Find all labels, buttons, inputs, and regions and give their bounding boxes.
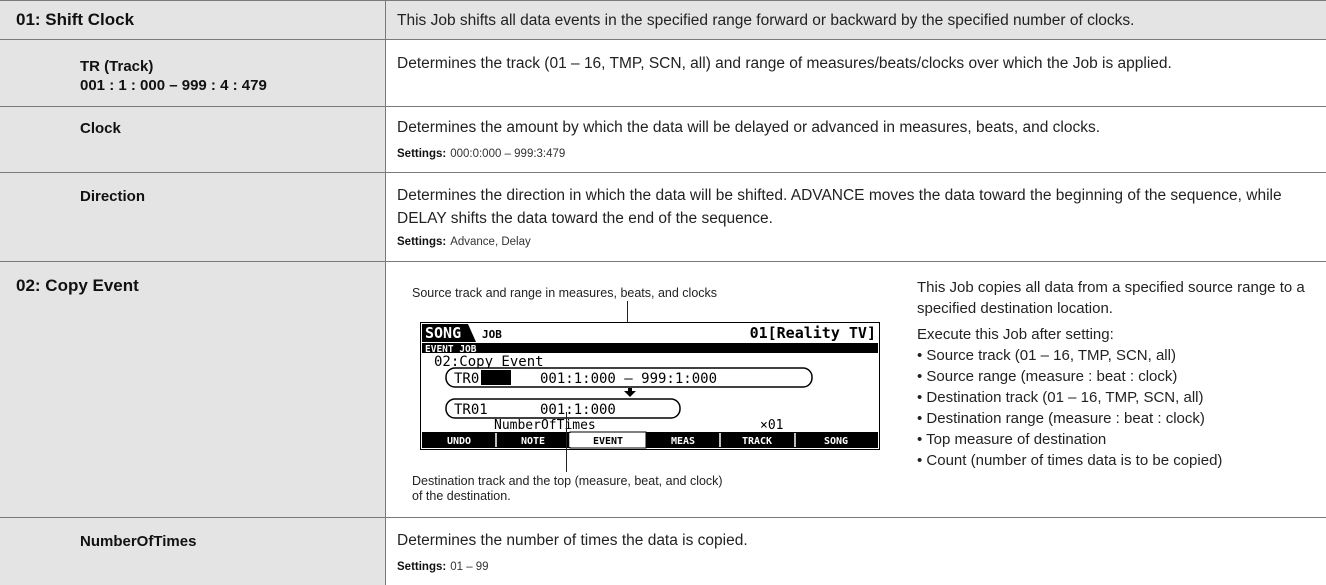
param-title: Direction — [80, 188, 146, 205]
param-title: NumberOfTimes — [80, 533, 197, 550]
caption-destination-line2: of the destination. — [412, 489, 511, 503]
caption-source: Source track and range in measures, beat… — [412, 286, 718, 300]
lcd-sub-bar — [422, 343, 878, 353]
lcd-tab-song: SONG — [824, 436, 848, 447]
param-row-clock: Clock Determines the amount by which the… — [0, 107, 1326, 173]
lcd-job: JOB — [482, 328, 502, 341]
job-row-shift-clock: 01: Shift Clock This Job shifts all data… — [0, 0, 1326, 40]
copy-event-notes: This Job copies all data from a specifie… — [917, 277, 1317, 471]
job-title: 01: Shift Clock — [16, 10, 135, 29]
lcd-tab-track: TRACK — [742, 436, 772, 447]
param-cell — [0, 173, 385, 261]
settings-line: Settings: 000:0:000 – 999:3:479 — [397, 148, 565, 160]
settings-label: Settings: — [397, 561, 447, 573]
settings-value: 01 – 99 — [450, 561, 489, 573]
settings-line: Settings: 01 – 99 — [397, 561, 489, 573]
bullet-item: • Destination track (01 – 16, TMP, SCN, … — [917, 389, 1204, 406]
copy-event-intro: This Job copies all data from a specifie… — [917, 279, 1305, 317]
lcd-screen: SONG JOB 01[Reality TV] EVENT JOB 02:Cop… — [420, 322, 880, 450]
settings-value: 000:0:000 – 999:3:479 — [450, 148, 566, 160]
param-description: Determines the track (01 – 16, TMP, SCN,… — [397, 55, 1172, 72]
copy-event-execute: Execute this Job after setting: — [917, 326, 1114, 343]
param-title-line1: TR (Track) — [80, 58, 154, 75]
lcd-src-track: TR01 — [454, 371, 488, 387]
lcd-tab-note: NOTE — [521, 436, 545, 447]
param-cell — [0, 262, 385, 517]
settings-label: Settings: — [397, 236, 447, 248]
param-cell — [0, 518, 385, 585]
job-description: This Job shifts all data events in the s… — [397, 12, 1135, 29]
param-title: TR (Track) 001 : 1 : 000 – 999 : 4 : 479 — [80, 57, 267, 95]
lcd-times-label: NumberOfTimes — [494, 418, 596, 433]
caption-destination-line1: Destination track and the top (measure, … — [412, 474, 723, 488]
lcd-tab-bar — [422, 432, 878, 448]
param-row-number-of-times: NumberOfTimes Determines the number of t… — [0, 518, 1326, 585]
lcd-dst-track: TR01 — [454, 402, 488, 418]
lcd-tab-event: EVENT — [593, 436, 623, 447]
param-row-tr-track: TR (Track) 001 : 1 : 000 – 999 : 4 : 479… — [0, 40, 1326, 107]
job-title: 02: Copy Event — [16, 276, 139, 295]
param-title-line2: 001 : 1 : 000 – 999 : 4 : 479 — [80, 77, 267, 94]
bullet-item: • Count (number of times data is to be c… — [917, 452, 1223, 469]
lcd-tab-undo: UNDO — [447, 436, 471, 447]
param-cell — [0, 107, 385, 172]
bullet-item: • Destination range (measure : beat : cl… — [917, 410, 1205, 427]
param-title: Clock — [80, 120, 121, 137]
leader-line-destination — [566, 412, 567, 472]
lcd-tab-meas: MEAS — [671, 436, 695, 447]
column-divider — [385, 0, 386, 585]
bullet-item: • Source range (measure : beat : clock) — [917, 368, 1178, 385]
caption-destination: Destination track and the top (measure, … — [412, 474, 723, 504]
bullet-item: • Top measure of destination — [917, 431, 1107, 448]
settings-line: Settings: Advance, Delay — [397, 236, 531, 248]
lcd-arrow-stem — [628, 388, 632, 391]
bullet-item: • Source track (01 – 16, TMP, SCN, all) — [917, 347, 1176, 364]
param-description: Determines the amount by which the data … — [397, 119, 1101, 136]
param-description: Determines the direction in which the da… — [397, 187, 1282, 227]
param-description: Determines the number of times the data … — [397, 532, 748, 549]
lcd-song-name: 01[Reality TV] — [750, 324, 876, 342]
lcd-src-range: 001:1:000 – 999:1:000 — [540, 371, 717, 387]
lcd-mode: SONG — [425, 324, 461, 342]
lcd-times-value: ×01 — [760, 418, 783, 433]
settings-label: Settings: — [397, 148, 447, 160]
settings-value: Advance, Delay — [450, 236, 531, 248]
param-row-direction: Direction Determines the direction in wh… — [0, 173, 1326, 262]
lcd-dst-pos: 001:1:000 — [540, 402, 616, 418]
